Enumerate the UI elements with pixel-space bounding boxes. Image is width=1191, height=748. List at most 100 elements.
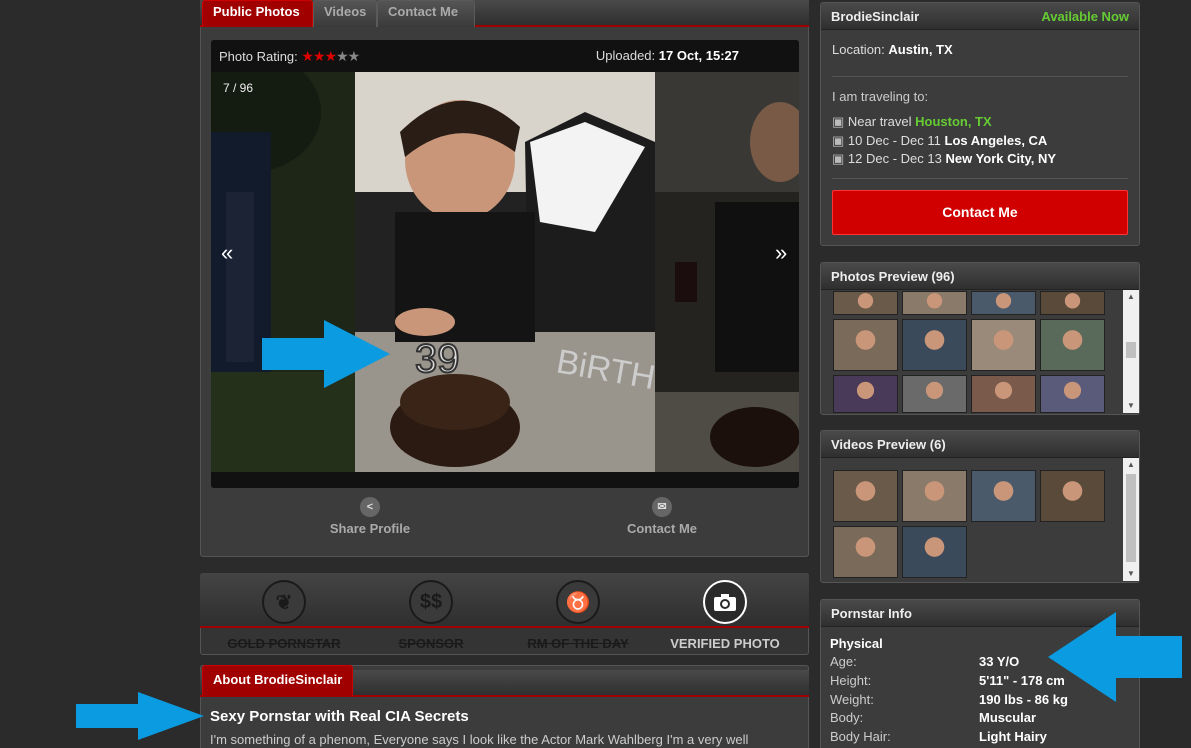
envelope-icon: ✉ [652,497,672,517]
location-line: Location: Austin, TX [832,42,953,57]
current-photo: 39 BiRTHD [355,72,655,472]
badge-rm-of-the-day-label: RM OF THE DAY [527,636,629,651]
preview-thumbnail[interactable] [902,526,967,578]
scroll-thumb[interactable] [1126,474,1136,562]
preview-thumbnail[interactable] [971,291,1036,315]
travel-item-place[interactable]: New York City, NY [945,151,1056,166]
preview-thumbnail[interactable] [1040,291,1105,315]
luggage-icon: ▣ [832,151,848,166]
star-icon[interactable]: ★ [325,48,338,64]
travel-item-place[interactable]: Houston, TX [915,114,992,129]
photos-preview-header: Photos Preview (96) [821,263,1139,290]
divider-2 [832,178,1128,179]
profile-name: BrodieSinclair [831,9,920,24]
scroll-down-icon[interactable]: ▼ [1123,399,1139,413]
preview-thumbnail[interactable] [833,291,898,315]
info-value-body-hair: Light Hairy [979,729,1047,744]
badge-sponsor-label: SPONSOR [398,636,464,651]
info-label-weight: Weight: [830,692,874,707]
preview-thumbnail[interactable] [833,470,898,522]
videos-preview-scrollbar[interactable]: ▲ ▼ [1123,458,1139,581]
share-icon: < [360,497,380,517]
preview-thumbnail[interactable] [1040,319,1105,371]
travel-item-dates: 12 Dec - Dec 13 [847,151,942,166]
scroll-down-icon[interactable]: ▼ [1123,567,1139,581]
tab-about[interactable]: About BrodieSinclair [202,665,354,695]
upload-info: Uploaded: 17 Oct, 15:27 [596,48,739,63]
preview-thumbnail[interactable] [1040,375,1105,413]
scroll-up-icon[interactable]: ▲ [1123,290,1139,304]
travel-item-place[interactable]: Los Angeles, CA [945,133,1048,148]
share-profile-button[interactable]: < Share Profile [300,497,440,536]
contact-me-action[interactable]: ✉ Contact Me [592,497,732,536]
travel-item: ▣ 10 Dec - Dec 11 Los Angeles, CA [832,132,1056,151]
location-value: Austin, TX [888,42,953,57]
annotation-arrow-photo [262,320,390,388]
preview-thumbnail[interactable] [971,470,1036,522]
scroll-thumb[interactable] [1126,342,1136,358]
badge-verified-photo[interactable]: VERIFIED PHOTO [655,580,795,651]
divider-1 [832,76,1128,77]
star-icon[interactable]: ★ [336,48,349,64]
location-label: Location: [832,42,885,57]
scroll-up-icon[interactable]: ▲ [1123,458,1139,472]
prev-photo-image [211,72,355,472]
star-icon[interactable]: ★ [313,48,326,64]
availability-status: Available Now [1041,9,1129,24]
preview-thumbnail[interactable] [971,319,1036,371]
badge-gold-pornstar[interactable]: ❦ GOLD PORNSTAR [214,580,354,651]
preview-thumbnail[interactable] [902,470,967,522]
info-label-body: Body: [830,710,864,725]
travel-item: ▣ 12 Dec - Dec 13 New York City, NY [832,150,1056,169]
camera-icon [703,580,747,624]
info-label-age: Age: [830,654,857,669]
badge-verified-photo-label: VERIFIED PHOTO [670,636,780,651]
prev-arrow[interactable]: « [221,240,233,266]
uploaded-label: Uploaded: [595,48,656,63]
annotation-arrow-headline [76,692,204,740]
photo-viewer: Photo Rating: ★★★★★ Uploaded: 17 Oct, 15… [211,40,799,488]
star-icon[interactable]: ★ [348,48,361,64]
star-rating[interactable]: ★★★★★ [301,48,361,64]
preview-thumbnail[interactable] [902,375,967,413]
videos-preview-header: Videos Preview (6) [821,431,1139,458]
photos-preview-scrollbar[interactable]: ▲ ▼ [1123,290,1139,413]
preview-thumbnail[interactable] [833,375,898,413]
medal-icon: ❦ [262,580,306,624]
info-value-age: 33 Y/O [979,654,1020,669]
devil-icon: ♉ [556,580,600,624]
badge-rm-of-the-day[interactable]: ♉ RM OF THE DAY [508,580,648,651]
preview-thumbnail[interactable] [971,375,1036,413]
contact-me-button[interactable]: Contact Me [832,190,1128,235]
preview-thumbnail[interactable] [833,319,898,371]
annotation-arrow-info [1048,612,1182,702]
luggage-icon: ▣ [832,132,848,148]
physical-section-title: Physical [830,636,883,651]
preview-thumbnail[interactable] [902,291,967,315]
preview-thumbnail[interactable] [1040,470,1105,522]
prev-photo[interactable] [211,72,355,472]
profile-header: BrodieSinclair Available Now [821,3,1139,30]
tab-public-photos[interactable]: Public Photos [202,0,313,27]
contact-me-label: Contact Me [626,521,698,536]
about-headline: Sexy Pornstar with Real CIA Secrets [210,708,469,725]
tab-contact-me[interactable]: Contact Me [377,0,475,27]
preview-thumbnail[interactable] [902,319,967,371]
star-icon[interactable]: ★ [301,48,314,64]
traveling-label: I am traveling to: [832,89,929,104]
next-photo[interactable] [655,72,799,472]
photo-counter: 7 / 96 [223,81,254,95]
travel-item: ▣ Near travel Houston, TX [832,113,1056,132]
birthday-photo-image: 39 BiRTHD [355,72,655,472]
travel-list: ▣ Near travel Houston, TX ▣ 10 Dec - Dec… [832,113,1056,169]
next-arrow[interactable]: » [775,240,787,266]
luggage-icon: ▣ [832,114,848,129]
photo-rating: Photo Rating: ★★★★★ [219,48,361,65]
tab-videos[interactable]: Videos [313,0,377,27]
info-label-height: Height: [830,673,872,688]
uploaded-value: 17 Oct, 15:27 [658,48,739,63]
badge-sponsor[interactable]: $$ SPONSOR [361,580,501,651]
preview-thumbnail[interactable] [833,526,898,578]
share-profile-label: Share Profile [329,521,411,536]
dollar-icon: $$ [409,580,453,624]
